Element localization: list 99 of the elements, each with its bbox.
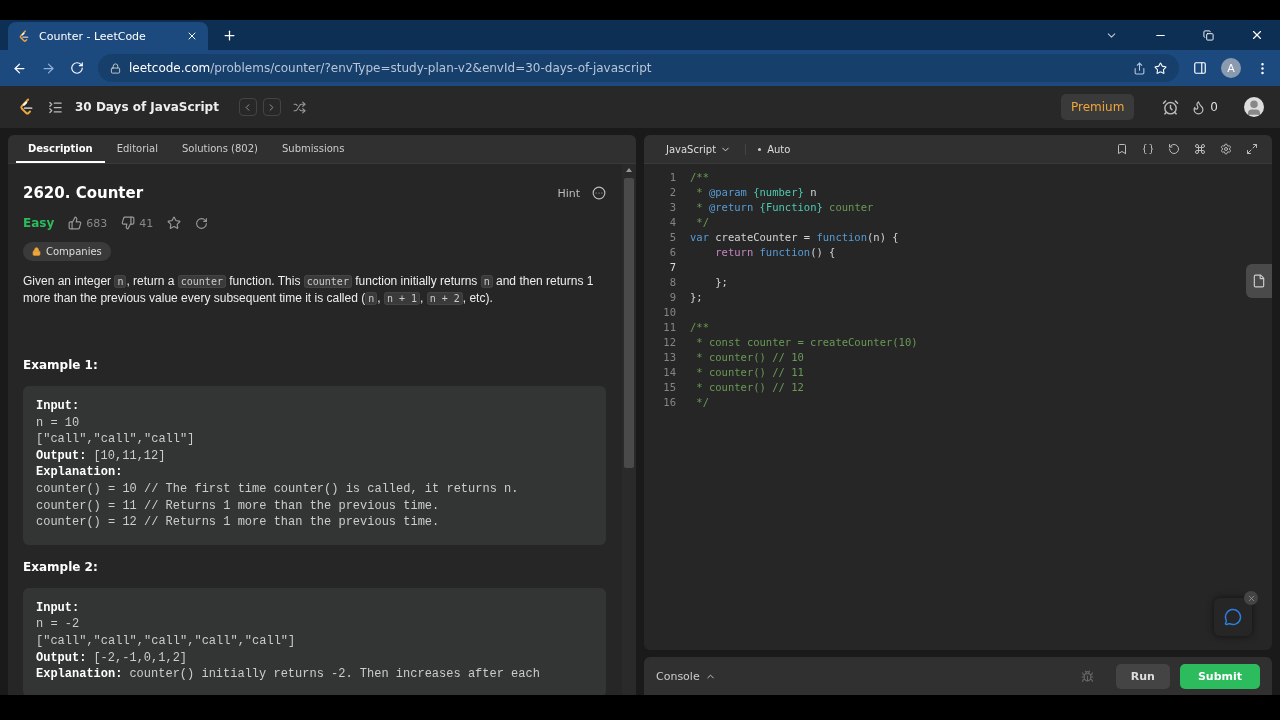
line-number: 1 — [669, 170, 676, 185]
lock-icon — [110, 62, 121, 74]
line-number: 10 — [663, 305, 676, 320]
star-icon[interactable] — [167, 216, 182, 230]
code-line: }; — [714, 276, 728, 288]
list-icon[interactable] — [48, 99, 63, 115]
restore-icon[interactable] — [1203, 29, 1214, 41]
timer-icon[interactable] — [1162, 98, 1180, 116]
line-number: 16 — [663, 395, 676, 410]
feedback-button[interactable] — [1214, 598, 1252, 636]
hint-link[interactable]: Hint — [557, 186, 580, 200]
companies-tag[interactable]: Companies — [23, 242, 111, 261]
line-number: 7 — [669, 260, 676, 275]
browser-tab[interactable]: Counter - LeetCode — [8, 22, 208, 50]
example-heading: Example 1: — [23, 358, 99, 372]
braces-icon[interactable] — [1142, 143, 1154, 155]
thumbs-up-icon[interactable] — [68, 216, 83, 230]
streak-count: 0 — [1210, 100, 1218, 114]
description-tab[interactable]: Submissions — [270, 135, 357, 163]
description-tab[interactable]: Solutions (802) — [169, 135, 270, 163]
example-text: n = -2 — [36, 616, 80, 633]
bookmark-star-icon[interactable] — [1154, 61, 1167, 75]
lock-icon — [32, 247, 41, 256]
example-text: n = 10 — [36, 414, 80, 432]
thumbs-down-icon[interactable] — [121, 216, 136, 230]
run-button[interactable]: Run — [1115, 663, 1170, 689]
example-text: counter() = 10 // The first time counter() is called, it returns n. — [36, 480, 519, 498]
example-text: counter() = 12 // Returns 1 more than the previous time. — [36, 514, 440, 531]
code-line: return function() { — [714, 246, 836, 258]
example-label: Explanation: — [36, 464, 123, 481]
bookmark-icon[interactable] — [1116, 143, 1128, 155]
shuffle-icon[interactable] — [292, 100, 306, 114]
description-tab[interactable]: Editorial — [104, 135, 170, 163]
code-line: * counter() // 10 — [695, 351, 804, 363]
reset-icon[interactable] — [1168, 143, 1180, 155]
example-heading: Example 2: — [23, 559, 99, 574]
code-line: * @param {number} n — [695, 186, 817, 198]
reload-icon[interactable] — [70, 61, 84, 75]
code-line: * const counter = createCounter(10) — [695, 336, 918, 348]
url-field[interactable]: leetcode.com/problems/counter/?envType=study-plan-v2&envId=30-days-of-javascript — [98, 54, 1179, 82]
line-number: 9 — [669, 290, 676, 305]
difficulty-label: Easy — [23, 216, 55, 230]
code-line: */ — [695, 216, 709, 228]
line-number: 6 — [669, 245, 676, 260]
problem-title: 2620. Counter — [23, 184, 145, 202]
user-avatar[interactable] — [1244, 97, 1264, 117]
line-number: 15 — [663, 380, 676, 395]
example-text: ["call","call","call"] — [36, 431, 195, 448]
line-number: 13 — [663, 350, 676, 365]
example-label: Input: — [36, 398, 80, 415]
code-line: * counter() // 11 — [695, 366, 804, 378]
code-line: }; — [690, 291, 703, 303]
more-icon[interactable] — [592, 186, 606, 200]
side-panel-icon[interactable] — [1193, 61, 1207, 75]
auto-mode-toggle[interactable]: Auto — [758, 143, 791, 155]
code-line: /** — [690, 171, 709, 183]
example-label: Output: — [36, 649, 87, 667]
back-icon[interactable] — [12, 60, 27, 76]
example-text: counter() initially returns -2. Then increases after each — [129, 666, 540, 683]
file-tab-icon[interactable] — [1246, 264, 1272, 298]
scroll-up-icon[interactable] — [626, 168, 632, 172]
language-selector[interactable]: JavaScript — [662, 143, 747, 155]
new-tab-icon[interactable] — [222, 27, 237, 43]
line-number: 2 — [669, 185, 676, 200]
close-icon[interactable] — [1250, 28, 1264, 42]
line-number: 8 — [669, 275, 676, 290]
example-label: Input: — [36, 599, 80, 617]
line-number: 12 — [663, 335, 676, 350]
problem-statement: Given an integer n , return a counter function. This counter function initially returns n and then returns 1 more than the previous value every subsequent time it is called ( n , n + 1 , n + 2 , etc). — [23, 273, 595, 307]
command-icon[interactable] — [1194, 143, 1206, 155]
example-text: counter() = 11 // Returns 1 more than the previous time. — [36, 497, 440, 515]
code-line: */ — [695, 396, 709, 408]
expand-icon[interactable] — [1246, 143, 1258, 155]
example-label: Explanation: — [36, 666, 123, 683]
scrollbar[interactable] — [622, 164, 636, 695]
code-line: var createCounter = function(n) { — [690, 231, 899, 243]
close-icon[interactable] — [186, 30, 198, 42]
code-line: * counter() // 12 — [695, 381, 804, 393]
example-text: [10,11,12] — [93, 447, 166, 465]
like-count: 683 — [86, 216, 108, 230]
example-text: ["call","call","call","call","call"] — [36, 632, 296, 650]
example-label: Output: — [36, 447, 87, 465]
dislike-count: 41 — [139, 216, 154, 230]
chat-bubble-icon — [1224, 608, 1242, 626]
description-tab[interactable]: Description — [16, 135, 105, 163]
console-toggle[interactable]: Console — [656, 669, 716, 683]
line-number: 3 — [669, 200, 676, 215]
forward-icon[interactable] — [41, 60, 56, 76]
line-number: 11 — [663, 320, 676, 335]
line-number: 4 — [669, 215, 676, 230]
line-number: 14 — [663, 365, 676, 380]
code-line: /** — [690, 321, 709, 333]
example-text: [-2,-1,0,1,2] — [93, 649, 188, 667]
premium-button[interactable]: Premium — [1060, 94, 1135, 120]
site-logo-icon — [18, 29, 31, 43]
settings-icon[interactable] — [1220, 143, 1232, 155]
code-line: * @return {Function} counter — [695, 201, 874, 213]
study-plan-title[interactable]: 30 Days of JavaScript — [75, 100, 219, 114]
line-number: 5 — [669, 230, 676, 245]
